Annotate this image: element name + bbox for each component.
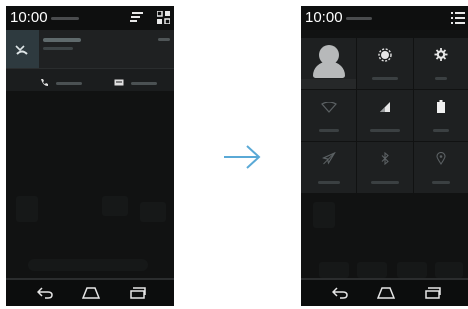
qs-tile-brightness[interactable] [357, 38, 413, 89]
location-label-blur [432, 181, 451, 184]
quick-settings-grid-icon[interactable] [156, 10, 171, 29]
message-icon [114, 74, 124, 92]
back-icon[interactable] [36, 286, 53, 304]
brightness-icon [378, 48, 392, 67]
background-app-ghost [319, 262, 349, 278]
qs-tile-wifi[interactable] [301, 90, 357, 141]
battery-icon [437, 100, 446, 118]
battery-label-blur [433, 129, 450, 132]
location-icon [436, 151, 446, 170]
message-action[interactable] [114, 74, 157, 92]
user-label-bar [301, 79, 357, 89]
status-bar: 10:00 [6, 6, 174, 30]
background-app-ghost [140, 202, 166, 222]
signal-label-blur [369, 129, 400, 132]
quick-settings-icon[interactable] [130, 11, 144, 29]
missed-call-notification[interactable] [6, 30, 174, 68]
background-app-ghost [435, 262, 463, 278]
qs-tile-airplane[interactable] [301, 142, 357, 193]
phone-icon [40, 74, 49, 92]
back-icon[interactable] [331, 286, 348, 304]
wifi-icon [320, 100, 337, 118]
notification-subtitle-blur [43, 47, 73, 50]
phone-screen-notification-shade: 10:00 [6, 6, 174, 306]
home-icon[interactable] [81, 286, 101, 304]
signal-icon [379, 100, 391, 118]
avatar-body [312, 62, 345, 78]
brightness-label-blur [371, 77, 398, 80]
call-back-label-blur [56, 81, 82, 85]
qs-tile-battery[interactable] [413, 90, 468, 141]
background-app-ghost [313, 202, 335, 228]
qs-tile-settings[interactable] [413, 38, 468, 89]
notification-actions [6, 68, 174, 91]
airplane-label-blur [317, 181, 340, 184]
recents-icon[interactable] [130, 286, 146, 304]
recents-icon[interactable] [425, 286, 441, 304]
settings-gear-icon [434, 48, 448, 66]
status-date-blur [51, 17, 79, 20]
status-date-blur [346, 17, 372, 20]
status-time: 10:00 [305, 9, 343, 26]
background-app-ghost [28, 259, 148, 271]
notification-title-blur [43, 38, 81, 42]
airplane-mode-icon [321, 151, 336, 170]
qs-tile-location[interactable] [413, 142, 468, 193]
list-icon[interactable] [451, 11, 465, 29]
bluetooth-icon [381, 151, 389, 170]
quick-settings-grid [301, 38, 468, 193]
message-label-blur [131, 81, 157, 85]
bluetooth-label-blur [370, 181, 399, 184]
qs-tile-user[interactable] [301, 38, 357, 89]
notification-time-blur [158, 38, 170, 41]
missed-call-icon [15, 42, 29, 60]
background-app-ghost [357, 262, 387, 278]
background-app-ghost [102, 196, 128, 216]
settings-label-blur [435, 77, 448, 80]
navigation-bar [301, 278, 468, 306]
home-icon[interactable] [376, 286, 396, 304]
status-time: 10:00 [10, 9, 48, 26]
phone-screen-quick-settings: 10:00 [301, 6, 468, 306]
background-app-ghost [16, 196, 38, 222]
wifi-label-blur [318, 129, 339, 132]
call-back-action[interactable] [40, 74, 82, 92]
transition-arrow-icon [222, 144, 262, 175]
navigation-bar [6, 278, 174, 306]
qs-tile-bluetooth[interactable] [357, 142, 413, 193]
notification-icon-box [6, 30, 39, 68]
status-bar: 10:00 [301, 6, 468, 30]
qs-tile-signal[interactable] [357, 90, 413, 141]
background-app-ghost [397, 262, 427, 278]
